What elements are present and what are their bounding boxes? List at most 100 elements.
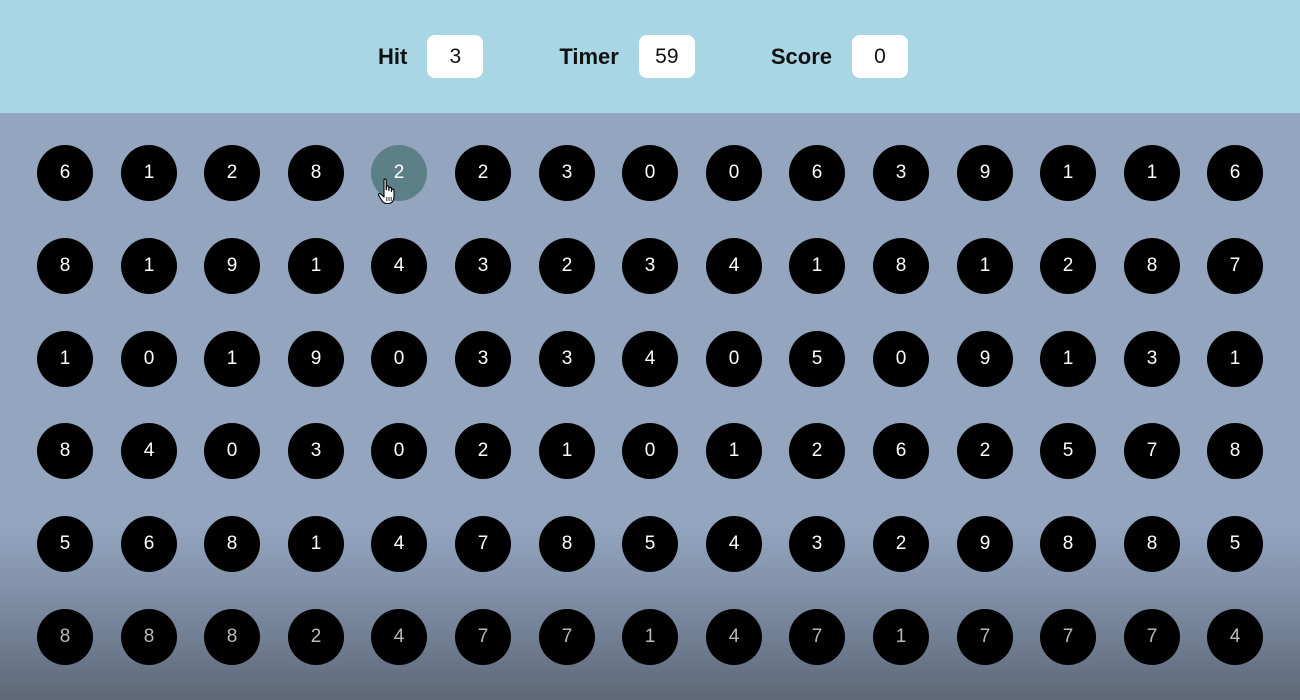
bubble[interactable]: 1 — [1124, 145, 1180, 201]
bubble[interactable]: 2 — [957, 423, 1013, 479]
bubble[interactable]: 1 — [121, 145, 177, 201]
bubble[interactable]: 1 — [957, 238, 1013, 294]
bubble[interactable]: 8 — [873, 238, 929, 294]
bubble[interactable]: 2 — [371, 145, 427, 201]
bubble[interactable]: 7 — [539, 609, 595, 665]
timer-stat: Timer 59 — [559, 35, 695, 78]
bubble[interactable]: 8 — [1207, 423, 1263, 479]
bubble[interactable]: 7 — [957, 609, 1013, 665]
bubble[interactable]: 6 — [873, 423, 929, 479]
bubble[interactable]: 3 — [873, 145, 929, 201]
bubble[interactable]: 0 — [622, 145, 678, 201]
bubble[interactable]: 2 — [789, 423, 845, 479]
bubble[interactable]: 3 — [622, 238, 678, 294]
bubble[interactable]: 6 — [37, 145, 93, 201]
bubble[interactable]: 5 — [789, 331, 845, 387]
score-panel: Hit 3 Timer 59 Score 0 — [0, 0, 1300, 113]
bubble[interactable]: 9 — [957, 331, 1013, 387]
bubble[interactable]: 1 — [37, 331, 93, 387]
bubble[interactable]: 7 — [1124, 609, 1180, 665]
bubble[interactable]: 0 — [706, 145, 762, 201]
bubble[interactable]: 8 — [204, 516, 260, 572]
bubble[interactable]: 7 — [455, 516, 511, 572]
bubble[interactable]: 1 — [706, 423, 762, 479]
bubble[interactable]: 9 — [957, 516, 1013, 572]
bubble[interactable]: 0 — [121, 331, 177, 387]
bubble[interactable]: 6 — [789, 145, 845, 201]
bubble[interactable]: 7 — [1124, 423, 1180, 479]
bubble[interactable]: 0 — [371, 331, 427, 387]
bubble[interactable]: 4 — [706, 516, 762, 572]
bubble[interactable]: 2 — [288, 609, 344, 665]
bubble[interactable]: 1 — [1207, 331, 1263, 387]
hit-stat: Hit 3 — [378, 35, 484, 78]
bubble[interactable]: 4 — [371, 238, 427, 294]
bubble[interactable]: 2 — [455, 423, 511, 479]
bubble[interactable]: 1 — [873, 609, 929, 665]
bubble[interactable]: 2 — [539, 238, 595, 294]
bubble[interactable]: 0 — [204, 423, 260, 479]
bubble[interactable]: 1 — [539, 423, 595, 479]
bubble[interactable]: 8 — [1040, 516, 1096, 572]
bubble[interactable]: 4 — [706, 238, 762, 294]
bubble[interactable]: 1 — [789, 238, 845, 294]
bubble[interactable]: 1 — [1040, 145, 1096, 201]
bubble[interactable]: 0 — [371, 423, 427, 479]
bubble[interactable]: 2 — [873, 516, 929, 572]
bubble[interactable]: 1 — [204, 331, 260, 387]
bubble[interactable]: 8 — [37, 423, 93, 479]
bubble[interactable]: 6 — [1207, 145, 1263, 201]
bubble[interactable]: 3 — [539, 145, 595, 201]
hit-value: 3 — [427, 35, 484, 78]
bubble[interactable]: 4 — [1207, 609, 1263, 665]
bubble[interactable]: 1 — [288, 516, 344, 572]
bubble[interactable]: 8 — [1124, 516, 1180, 572]
bubble[interactable]: 4 — [622, 331, 678, 387]
bubble[interactable]: 5 — [37, 516, 93, 572]
score-label: Score — [770, 43, 832, 69]
bubble[interactable]: 8 — [204, 609, 260, 665]
bubble[interactable]: 3 — [455, 331, 511, 387]
bubble[interactable]: 9 — [288, 331, 344, 387]
bubble-board: 6128223006391168191432341812871019033405… — [0, 113, 1300, 700]
bubble[interactable]: 7 — [789, 609, 845, 665]
bubble[interactable]: 1 — [121, 238, 177, 294]
bubble[interactable]: 0 — [706, 331, 762, 387]
bubble[interactable]: 2 — [1040, 238, 1096, 294]
bubble[interactable]: 0 — [873, 331, 929, 387]
bubble[interactable]: 4 — [371, 516, 427, 572]
bubble[interactable]: 3 — [288, 423, 344, 479]
bubble[interactable]: 3 — [455, 238, 511, 294]
bubble[interactable]: 3 — [1124, 331, 1180, 387]
bubble[interactable]: 2 — [455, 145, 511, 201]
timer-label: Timer — [559, 43, 619, 69]
bubble[interactable]: 1 — [1040, 331, 1096, 387]
bubble[interactable]: 5 — [622, 516, 678, 572]
bubble[interactable]: 7 — [1207, 238, 1263, 294]
bubble[interactable]: 6 — [121, 516, 177, 572]
score-value: 0 — [852, 35, 908, 78]
bubble[interactable]: 2 — [204, 145, 260, 201]
bubble[interactable]: 1 — [622, 609, 678, 665]
hit-label: Hit — [378, 43, 408, 69]
bubble[interactable]: 4 — [706, 609, 762, 665]
bubble[interactable]: 5 — [1040, 423, 1096, 479]
bubble[interactable]: 7 — [455, 609, 511, 665]
bubble[interactable]: 8 — [1124, 238, 1180, 294]
bubble[interactable]: 4 — [121, 423, 177, 479]
bubble-game: Hit 3 Timer 59 Score 0 61282230063911681… — [0, 0, 1300, 700]
bubble[interactable]: 5 — [1207, 516, 1263, 572]
bubble[interactable]: 3 — [789, 516, 845, 572]
bubble[interactable]: 1 — [288, 238, 344, 294]
bubble[interactable]: 9 — [204, 238, 260, 294]
bubble[interactable]: 8 — [37, 609, 93, 665]
bubble[interactable]: 8 — [539, 516, 595, 572]
bubble[interactable]: 4 — [371, 609, 427, 665]
bubble[interactable]: 8 — [288, 145, 344, 201]
bubble[interactable]: 7 — [1040, 609, 1096, 665]
bubble[interactable]: 8 — [37, 238, 93, 294]
bubble[interactable]: 9 — [957, 145, 1013, 201]
bubble[interactable]: 8 — [121, 609, 177, 665]
bubble[interactable]: 0 — [622, 423, 678, 479]
bubble[interactable]: 3 — [539, 331, 595, 387]
